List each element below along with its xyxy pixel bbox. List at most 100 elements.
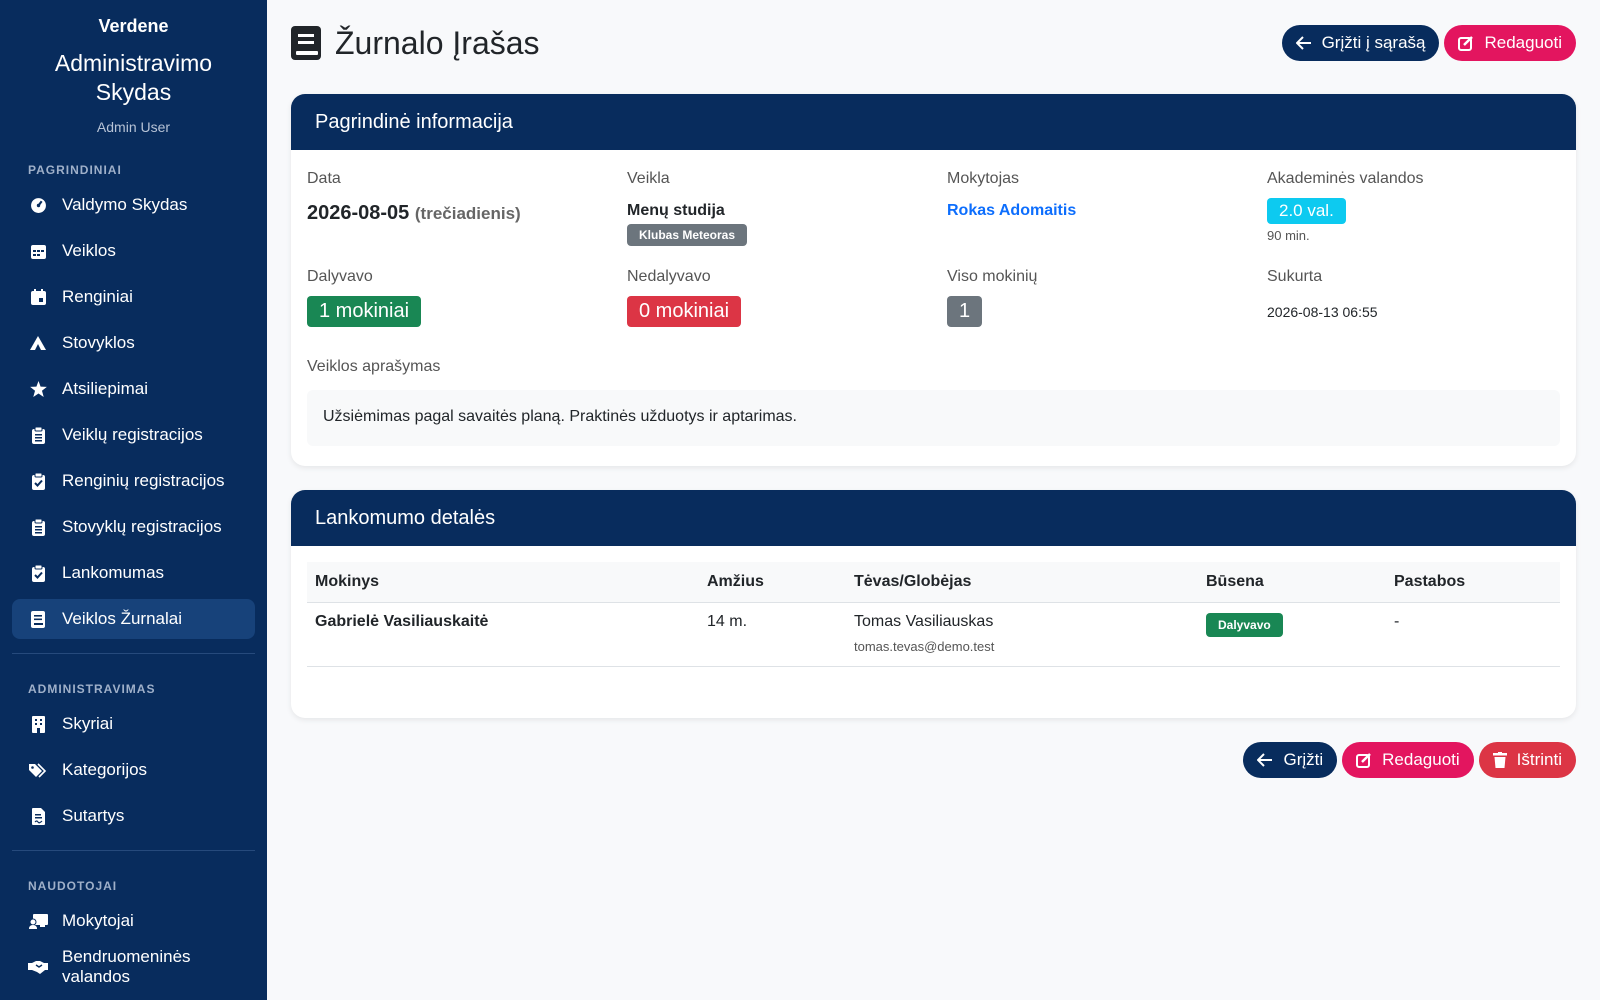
sidebar-item-teachers[interactable]: Mokytojai	[12, 901, 255, 941]
divider	[12, 653, 255, 654]
parent-name: Tomas Vasiliauskas	[854, 612, 994, 630]
created-label: Sukurta	[1267, 268, 1323, 285]
section-title-main: PAGRINDINIAI	[28, 163, 122, 177]
date-text: 2026-08-05	[307, 202, 410, 224]
card-header: Pagrindinė informacija	[291, 94, 1576, 150]
brand: Verdene Administravimo Skydas Admin User	[0, 0, 267, 135]
star-icon	[28, 379, 48, 399]
footer-actions: Grįžti Redaguoti Ištrinti	[291, 742, 1576, 778]
arrow-left-icon	[1257, 753, 1273, 767]
edit-button[interactable]: Redaguoti	[1342, 742, 1474, 778]
current-user: Admin User	[96, 119, 171, 135]
sidebar-item-dashboard[interactable]: Valdymo Skydas	[12, 185, 255, 225]
edit-icon	[1458, 36, 1474, 51]
sidebar-item-camp-registrations[interactable]: Stovyklų registracijos	[12, 507, 255, 547]
sidebar-item-event-registrations[interactable]: Renginių registracijos	[12, 461, 255, 501]
attended-badge: 1 mokiniai	[307, 296, 422, 327]
delete-label: Ištrinti	[1516, 750, 1562, 769]
sidebar-item-label: Lankomumas	[62, 563, 165, 582]
teacher-field: Mokytojas Rokas Adomaitis	[947, 170, 1267, 268]
sidebar-item-categories[interactable]: Kategorijos	[12, 750, 255, 790]
attendance-table: Mokinys Amžius Tėvas/Globėjas Būsena Pas…	[307, 562, 1560, 667]
teacher-link[interactable]: Rokas Adomaitis	[947, 202, 1267, 220]
column-header: Tėvas/Globėjas	[846, 562, 1198, 603]
activity-label: Veikla	[627, 170, 670, 187]
sidebar-item-label: Stovyklos	[62, 333, 135, 352]
minutes-value: 90 min.	[1267, 228, 1310, 243]
sidebar-item-departments[interactable]: Skyriai	[12, 704, 255, 744]
handshake-icon	[28, 957, 48, 977]
weekday: (trečiadienis)	[414, 204, 521, 223]
created-value: 2026-08-13 06:55	[1267, 304, 1378, 320]
sidebar-item-reviews[interactable]: Atsiliepimai	[12, 369, 255, 409]
date-label: Data	[307, 170, 341, 187]
sidebar-item-label: Veiklų registracijos	[62, 425, 203, 444]
hours-field: Akademinės valandos 2.0 val. 90 min.	[1267, 170, 1560, 268]
page-title-text: Žurnalo Įrašas	[335, 24, 540, 61]
sidebar-item-activity-journals[interactable]: Veiklos Žurnalai	[12, 599, 255, 639]
page-header: Žurnalo Įrašas Grįžti į sąrašą Redaguoti	[291, 0, 1576, 86]
teacher-icon	[28, 911, 48, 931]
sidebar-item-activity-registrations[interactable]: Veiklų registracijos	[12, 415, 255, 455]
activity-value: Menų studija	[627, 202, 725, 219]
sidebar-item-label: Renginiai	[62, 287, 133, 306]
brand-title: Administravimo Skydas	[54, 50, 213, 105]
basic-info-card: Pagrindinė informacija Data 2026-08-05 (…	[291, 94, 1576, 466]
hours-badge: 2.0 val.	[1267, 198, 1346, 224]
notes-cell: -	[1386, 602, 1560, 667]
parent-cell: Tomas Vasiliauskas tomas.tevas@demo.test	[846, 602, 1198, 667]
absent-field: Nedalyvavo 0 mokiniai	[627, 268, 947, 366]
back-button[interactable]: Grįžti	[1243, 742, 1338, 778]
book-icon	[28, 609, 48, 629]
sidebar-item-attendance[interactable]: Lankomumas	[12, 553, 255, 593]
activity-badge: Klubas Meteoras	[627, 224, 748, 246]
total-badge: 1	[947, 296, 983, 327]
parent-email: tomas.tevas@demo.test	[854, 638, 995, 654]
divider	[12, 850, 255, 851]
sidebar-item-activities[interactable]: Veiklos	[12, 231, 255, 271]
table-header-row: Mokinys Amžius Tėvas/Globėjas Būsena Pas…	[307, 562, 1560, 603]
status-badge: Dalyvavo	[1206, 612, 1283, 637]
sidebar-item-community-hours[interactable]: Bendruomeninės valandos	[12, 947, 255, 987]
edit-button[interactable]: Redaguoti	[1444, 25, 1576, 61]
calendar-icon	[28, 241, 48, 261]
table-row: Gabrielė Vasiliauskaitė 14 m. Tomas Vasi…	[307, 602, 1560, 667]
clipboard-list-icon	[28, 517, 48, 537]
sidebar-item-label: Kategorijos	[62, 760, 148, 779]
sidebar-item-camps[interactable]: Stovyklos	[12, 323, 255, 363]
sidebar-item-label: Bendruomeninės valandos	[62, 947, 191, 986]
edit-icon	[1356, 753, 1372, 768]
campground-icon	[28, 333, 48, 353]
total-field: Viso mokinių 1	[947, 268, 1267, 366]
sidebar-item-label: Valdymo Skydas	[62, 195, 188, 214]
sidebar-item-label: Mokytojai	[62, 911, 134, 930]
back-to-list-button[interactable]: Grįžti į sąrašą	[1281, 25, 1440, 61]
sidebar-item-contracts[interactable]: Sutartys	[12, 796, 255, 836]
sidebar: Verdene Administravimo Skydas Admin User…	[0, 0, 267, 1000]
date-field: Data 2026-08-05 (trečiadienis)	[307, 170, 627, 268]
arrow-left-icon	[1295, 36, 1311, 50]
status-cell: Dalyvavo	[1198, 602, 1386, 667]
sidebar-item-label: Skyriai	[62, 714, 114, 733]
section-title-admin: ADMINISTRAVIMAS	[28, 682, 156, 696]
total-label: Viso mokinių	[947, 268, 1038, 285]
sidebar-item-label: Sutartys	[62, 806, 125, 825]
absent-label: Nedalyvavo	[627, 268, 711, 285]
back-to-list-label: Grįžti į sąrašą	[1321, 33, 1426, 52]
student-name: Gabrielė Vasiliauskaitė	[307, 602, 699, 667]
main-content: Žurnalo Įrašas Grįžti į sąrašą Redaguoti…	[267, 0, 1600, 1000]
created-field: Sukurta 2026-08-13 06:55	[1267, 268, 1560, 366]
page-title: Žurnalo Įrašas	[291, 25, 540, 62]
sidebar-item-events[interactable]: Renginiai	[12, 277, 255, 317]
delete-button[interactable]: Ištrinti	[1478, 742, 1576, 778]
sidebar-item-label: Atsiliepimai	[62, 379, 148, 398]
edit-label: Redaguoti	[1382, 750, 1460, 769]
sidebar-item-label: Renginių registracijos	[62, 471, 225, 490]
sidebar-item-label: Veiklos Žurnalai	[62, 609, 183, 628]
tags-icon	[28, 760, 48, 780]
contract-icon	[28, 806, 48, 826]
trash-icon	[1492, 752, 1507, 768]
attended-field: Dalyvavo 1 mokiniai	[307, 268, 627, 366]
column-header: Būsena	[1198, 562, 1386, 603]
attendance-card: Lankomumo detalės Mokinys Amžius Tėvas/G…	[291, 490, 1576, 718]
